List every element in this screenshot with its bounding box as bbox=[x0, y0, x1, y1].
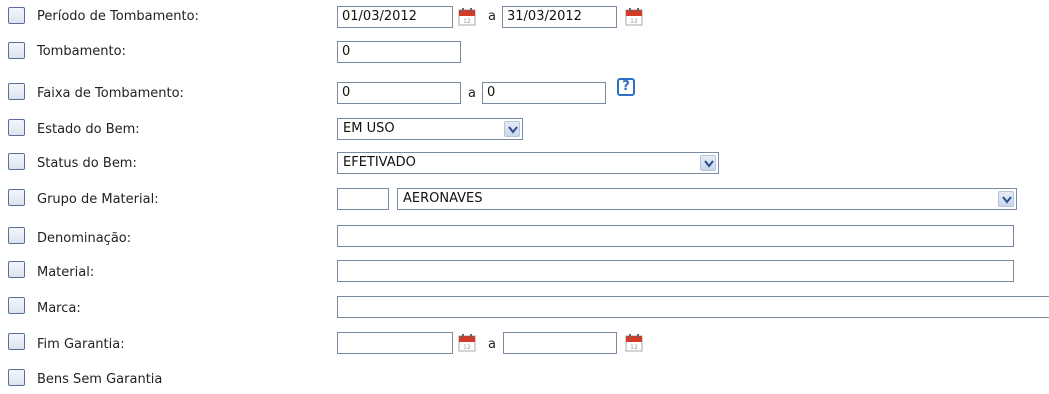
denominacao-label: Denominação: bbox=[37, 231, 132, 246]
grupo-code-input[interactable] bbox=[337, 188, 389, 210]
faixa-separator: a bbox=[468, 86, 476, 101]
row-material: Material: bbox=[0, 259, 1049, 285]
row-grupo-material: Grupo de Material: AERONAVES bbox=[0, 187, 1049, 213]
status-label: Status do Bem: bbox=[37, 156, 137, 171]
row-marca: Marca: bbox=[0, 295, 1049, 321]
fim-garantia-separator: a bbox=[488, 337, 496, 352]
status-checkbox[interactable] bbox=[8, 153, 25, 170]
estado-selected-value: EM USO bbox=[343, 121, 395, 136]
row-fim-garantia: Fim Garantia: a bbox=[0, 331, 1049, 357]
grupo-label: Grupo de Material: bbox=[37, 192, 159, 207]
material-checkbox[interactable] bbox=[8, 261, 25, 278]
periodo-to-input[interactable]: 31/03/2012 bbox=[502, 6, 617, 28]
estado-select[interactable]: EM USO bbox=[337, 118, 523, 140]
row-status-bem: Status do Bem: EFETIVADO bbox=[0, 151, 1049, 177]
chevron-down-icon[interactable] bbox=[700, 155, 716, 171]
marca-label: Marca: bbox=[37, 301, 81, 316]
tombamento-input[interactable]: 0 bbox=[337, 41, 461, 63]
marca-checkbox[interactable] bbox=[8, 297, 25, 314]
denominacao-input[interactable] bbox=[337, 225, 1014, 247]
fim-garantia-label: Fim Garantia: bbox=[37, 337, 125, 352]
row-periodo-tombamento: Período de Tombamento: 01/03/2012 a 31/0… bbox=[0, 5, 1049, 31]
calendar-icon[interactable] bbox=[625, 334, 643, 352]
row-faixa-tombamento: Faixa de Tombamento: 0 a 0 ? bbox=[0, 78, 1049, 107]
calendar-icon[interactable] bbox=[458, 8, 476, 26]
marca-input[interactable] bbox=[337, 296, 1049, 318]
tombamento-checkbox[interactable] bbox=[8, 42, 25, 59]
estado-checkbox[interactable] bbox=[8, 119, 25, 136]
fim-garantia-to-input[interactable] bbox=[503, 332, 617, 354]
estado-label: Estado do Bem: bbox=[37, 122, 140, 137]
faixa-label: Faixa de Tombamento: bbox=[37, 86, 184, 101]
material-input[interactable] bbox=[337, 260, 1014, 282]
calendar-icon[interactable] bbox=[458, 334, 476, 352]
periodo-separator: a bbox=[488, 9, 496, 24]
row-denominacao: Denominação: bbox=[0, 225, 1049, 251]
periodo-checkbox[interactable] bbox=[8, 7, 25, 24]
help-icon[interactable]: ? bbox=[617, 78, 635, 96]
row-estado-bem: Estado do Bem: EM USO bbox=[0, 117, 1049, 143]
material-label: Material: bbox=[37, 265, 95, 280]
fim-garantia-checkbox[interactable] bbox=[8, 333, 25, 350]
faixa-to-input[interactable]: 0 bbox=[482, 82, 606, 104]
status-selected-value: EFETIVADO bbox=[343, 155, 416, 170]
sem-garantia-checkbox[interactable] bbox=[8, 369, 25, 386]
denominacao-checkbox[interactable] bbox=[8, 227, 25, 244]
periodo-from-input[interactable]: 01/03/2012 bbox=[337, 6, 453, 28]
sem-garantia-label: Bens Sem Garantia bbox=[37, 372, 163, 387]
grupo-select[interactable]: AERONAVES bbox=[397, 188, 1017, 210]
calendar-icon[interactable] bbox=[625, 8, 643, 26]
status-select[interactable]: EFETIVADO bbox=[337, 152, 719, 174]
chevron-down-icon[interactable] bbox=[504, 121, 520, 137]
tombamento-label: Tombamento: bbox=[37, 44, 126, 59]
row-bens-sem-garantia: Bens Sem Garantia bbox=[0, 368, 1049, 394]
faixa-checkbox[interactable] bbox=[8, 83, 25, 100]
row-tombamento: Tombamento: 0 bbox=[0, 40, 1049, 66]
fim-garantia-from-input[interactable] bbox=[337, 332, 453, 354]
faixa-from-input[interactable]: 0 bbox=[337, 82, 461, 104]
periodo-label: Período de Tombamento: bbox=[37, 9, 199, 24]
chevron-down-icon[interactable] bbox=[998, 191, 1014, 207]
grupo-selected-value: AERONAVES bbox=[403, 191, 483, 206]
grupo-checkbox[interactable] bbox=[8, 189, 25, 206]
